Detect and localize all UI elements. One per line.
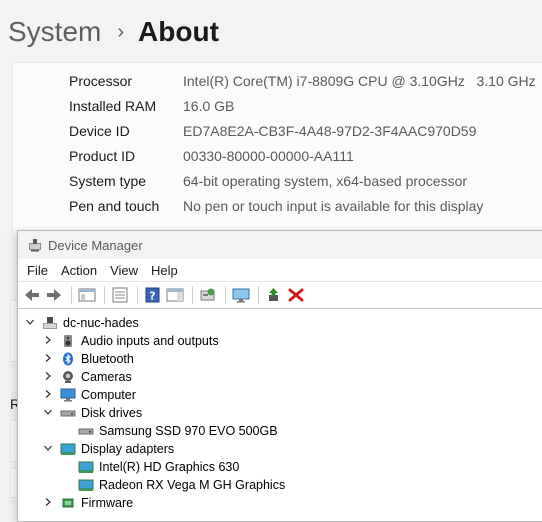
computer-root-icon [42,316,58,330]
toolbar-separator [192,286,193,304]
chevron-down-icon[interactable] [24,317,36,330]
update-driver-icon[interactable] [264,285,284,305]
menu-help[interactable]: Help [151,263,178,278]
tree-label: Firmware [81,496,134,510]
computer-icon [60,388,76,402]
tree-label: Disk drives [81,406,143,420]
toolbar-separator [71,286,72,304]
spec-row-device-id: Device ID ED7A8E2A-CB3F-4A48-97D2-3F4AAC… [69,123,476,143]
spec-row-processor: Processor Intel(R) Core(TM) i7-8809G CPU… [69,73,536,93]
bluetooth-icon [60,352,76,366]
scan-hardware-icon[interactable] [198,285,218,305]
toolbar-separator [104,286,105,304]
back-arrow-icon[interactable] [22,285,42,305]
spec-value: 64-bit operating system, x64-based proce… [183,173,468,189]
action-pane-icon[interactable] [165,285,185,305]
speaker-icon [60,334,76,348]
chevron-right-icon[interactable] [42,497,54,510]
spec-row-system-type: System type 64-bit operating system, x64… [69,173,467,193]
chevron-right-icon[interactable] [42,353,54,366]
tree-label: Computer [81,388,136,402]
chevron-right-icon[interactable] [42,389,54,402]
svg-text:?: ? [149,290,155,303]
spec-label: Installed RAM [69,98,157,114]
chevron-right-icon[interactable] [42,335,54,348]
tree-node-root[interactable]: dc-nuc-hades [24,314,139,332]
device-manager-icon [28,238,42,252]
toolbar-separator [258,286,259,304]
disk-drive-icon [60,406,76,420]
spec-value: ED7A8E2A-CB3F-4A48-97D2-3F4AAC970D59 [183,123,477,139]
menu-action[interactable]: Action [61,263,97,278]
spec-label: Device ID [69,123,130,139]
device-manager-titlebar[interactable]: Device Manager [18,231,542,259]
tree-label: Display adapters [81,442,175,456]
spec-row-pen-and-touch: Pen and touch No pen or touch input is a… [69,198,483,218]
spec-value: Intel(R) Core(TM) i7-8809G CPU @ 3.10GHz… [183,73,536,89]
tree-node-samsung-ssd[interactable]: Samsung SSD 970 EVO 500GB [78,422,278,440]
disk-drive-icon [78,424,94,438]
spec-label: Pen and touch [69,198,160,214]
tree-node-firmware[interactable]: Firmware [42,494,133,512]
camera-icon [60,370,76,384]
toolbar-separator [137,286,138,304]
chevron-right-icon: › [117,20,125,43]
tree-node-cameras[interactable]: Cameras [42,368,132,386]
spec-row-product-id: Product ID 00330-80000-00000-AA111 [69,148,354,168]
spec-value: No pen or touch input is available for t… [183,198,484,214]
tree-label: Radeon RX Vega M GH Graphics [99,478,286,492]
tree-node-disk-drives[interactable]: Disk drives [42,404,142,422]
device-specifications-card: Processor Intel(R) Core(TM) i7-8809G CPU… [12,62,542,233]
tree-node-bluetooth[interactable]: Bluetooth [42,350,134,368]
tree-label: Intel(R) HD Graphics 630 [99,460,240,474]
tree-node-display-adapters[interactable]: Display adapters [42,440,174,458]
spec-label: Product ID [69,148,136,164]
spec-value: 16.0 GB [183,98,235,114]
tree-label: Audio inputs and outputs [81,334,219,348]
tree-label: Samsung SSD 970 EVO 500GB [99,424,278,438]
chevron-right-icon[interactable] [42,371,54,384]
breadcrumb-system-link[interactable]: System [8,16,101,48]
tree-node-intel-graphics[interactable]: Intel(R) HD Graphics 630 [78,458,239,476]
toolbar: ? [18,281,542,309]
device-manager-window: Device Manager File Action View Help ? d… [17,230,542,522]
chevron-down-icon[interactable] [42,407,54,420]
tree-label: Bluetooth [81,352,134,366]
forward-arrow-icon[interactable] [44,285,64,305]
menu-view[interactable]: View [110,263,138,278]
tree-node-computer[interactable]: Computer [42,386,136,404]
menu-file[interactable]: File [27,263,48,278]
toolbar-separator [225,286,226,304]
tree-node-audio[interactable]: Audio inputs and outputs [42,332,219,350]
tree-node-radeon-graphics[interactable]: Radeon RX Vega M GH Graphics [78,476,285,494]
uninstall-x-icon[interactable] [286,285,306,305]
page-title: About [138,16,219,47]
breadcrumb: System › About [8,12,219,52]
display-adapter-icon [60,442,76,456]
spec-label: Processor [69,73,133,89]
help-icon[interactable]: ? [143,285,163,305]
device-tree: dc-nuc-hades Audio inputs and outputs Bl… [18,311,542,521]
tree-label: dc-nuc-hades [63,316,139,330]
firmware-icon [60,496,76,510]
display-adapter-icon [78,478,94,492]
monitor-icon[interactable] [231,285,251,305]
menu-bar: File Action View Help [18,259,542,281]
window-title: Device Manager [48,237,143,253]
show-hide-console-tree-icon[interactable] [77,285,97,305]
spec-value: 00330-80000-00000-AA111 [183,148,354,164]
chevron-down-icon[interactable] [42,443,54,456]
tree-label: Cameras [81,370,132,384]
display-adapter-icon [78,460,94,474]
properties-list-icon[interactable] [110,285,130,305]
spec-row-installed-ram: Installed RAM 16.0 GB [69,98,234,118]
spec-label: System type [69,173,147,189]
